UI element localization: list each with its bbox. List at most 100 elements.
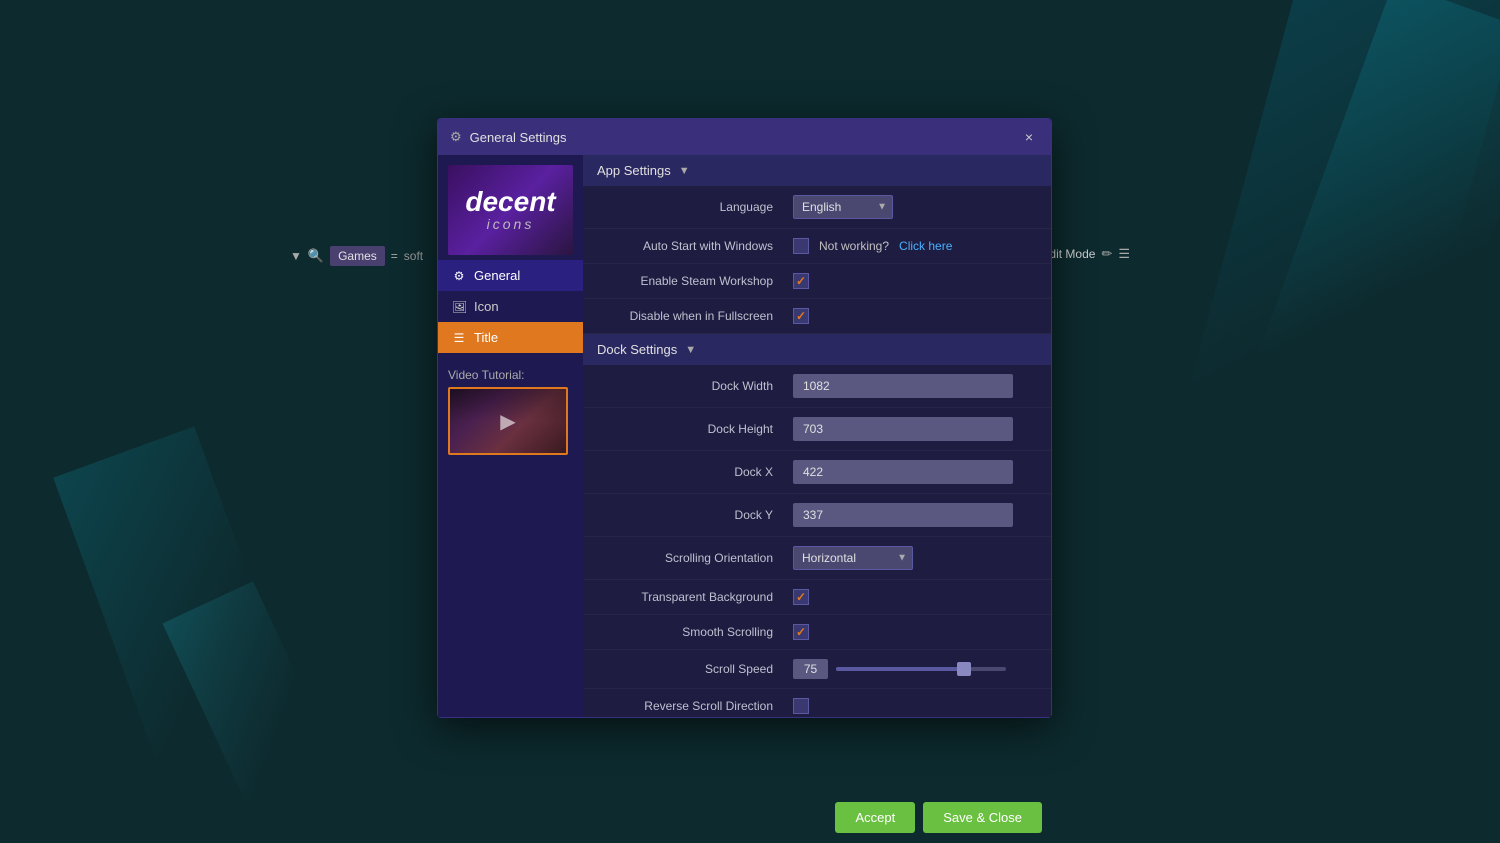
dialog-titlebar: ⚙ General Settings × bbox=[438, 119, 1051, 155]
reverse-scroll-checkbox[interactable] bbox=[793, 698, 809, 714]
logo-sub-text: icons bbox=[487, 216, 535, 232]
title-item-icon: ☰ bbox=[452, 331, 466, 345]
icon-item-icon: 🖼 bbox=[452, 300, 466, 314]
disable-fullscreen-checkbox[interactable] bbox=[793, 308, 809, 324]
auto-start-row: Auto Start with Windows Not working? Cli… bbox=[583, 229, 1051, 264]
general-settings-dialog: ⚙ General Settings × decent icons ⚙ Gene… bbox=[437, 118, 1052, 718]
slider-thumb[interactable] bbox=[957, 662, 971, 676]
dock-settings-chevron: ▼ bbox=[685, 344, 696, 356]
close-button[interactable]: × bbox=[1019, 127, 1039, 147]
sidebar-item-general[interactable]: ⚙ General bbox=[438, 260, 583, 291]
dialog-footer: Accept Save & Close bbox=[437, 792, 1052, 843]
disable-fullscreen-row: Disable when in Fullscreen bbox=[583, 299, 1051, 334]
video-section: Video Tutorial: ▶ bbox=[438, 353, 583, 455]
bg-stripe-2 bbox=[1257, 0, 1500, 419]
scrolling-orientation-control: Horizontal Vertical ▼ bbox=[793, 546, 1037, 570]
dock-width-control bbox=[793, 374, 1037, 398]
smooth-scrolling-control bbox=[793, 624, 1037, 640]
topbar-settings-icon[interactable]: ☰ bbox=[1118, 246, 1130, 262]
dock-x-input[interactable] bbox=[793, 460, 1013, 484]
dialog-title: General Settings bbox=[470, 130, 567, 145]
edit-icon[interactable]: ✏ bbox=[1101, 246, 1112, 262]
scrolling-select-wrap: Horizontal Vertical ▼ bbox=[793, 546, 913, 570]
sidebar-title-label: Title bbox=[474, 330, 498, 345]
scroll-speed-slider-container: 75 bbox=[793, 659, 1006, 679]
not-working-text: Not working? bbox=[819, 239, 889, 253]
video-label: Video Tutorial: bbox=[448, 368, 573, 382]
general-icon: ⚙ bbox=[452, 269, 466, 283]
transparent-bg-row: Transparent Background bbox=[583, 580, 1051, 615]
steam-workshop-checkbox[interactable] bbox=[793, 273, 809, 289]
video-thumbnail[interactable]: ▶ bbox=[448, 387, 568, 455]
disable-fullscreen-control bbox=[793, 308, 1037, 324]
dock-x-control bbox=[793, 460, 1037, 484]
games-badge[interactable]: Games bbox=[330, 246, 385, 266]
smooth-scrolling-checkbox[interactable] bbox=[793, 624, 809, 640]
scrolling-orientation-label: Scrolling Orientation bbox=[603, 551, 793, 565]
dock-y-input[interactable] bbox=[793, 503, 1013, 527]
scroll-speed-control: 75 bbox=[793, 659, 1037, 679]
scroll-speed-label: Scroll Speed bbox=[603, 662, 793, 676]
settings-panel: App Settings ▼ Language English Spanish … bbox=[583, 155, 1051, 717]
auto-start-label: Auto Start with Windows bbox=[603, 239, 793, 253]
app-settings-chevron: ▼ bbox=[679, 165, 690, 177]
reverse-scroll-row: Reverse Scroll Direction bbox=[583, 689, 1051, 717]
sidebar-item-icon[interactable]: 🖼 Icon bbox=[438, 291, 583, 322]
dock-y-label: Dock Y bbox=[603, 508, 793, 522]
language-select[interactable]: English Spanish French German bbox=[793, 195, 893, 219]
disable-fullscreen-label: Disable when in Fullscreen bbox=[603, 309, 793, 323]
slider-fill bbox=[836, 667, 964, 671]
transparent-bg-label: Transparent Background bbox=[603, 590, 793, 604]
smooth-scrolling-row: Smooth Scrolling bbox=[583, 615, 1051, 650]
language-control: English Spanish French German ▼ bbox=[793, 195, 1037, 219]
soft-text: soft bbox=[404, 249, 423, 263]
edit-mode-bar: Edit Mode ✏ ☰ bbox=[1041, 246, 1130, 262]
logo-main-text: decent bbox=[465, 188, 555, 216]
search-icon[interactable]: 🔍 bbox=[308, 248, 324, 264]
dock-height-input[interactable] bbox=[793, 417, 1013, 441]
save-close-button[interactable]: Save & Close bbox=[923, 802, 1042, 833]
dock-width-label: Dock Width bbox=[603, 379, 793, 393]
steam-workshop-row: Enable Steam Workshop bbox=[583, 264, 1051, 299]
bg-stripe-1 bbox=[1156, 0, 1500, 568]
scroll-speed-track[interactable] bbox=[836, 667, 1006, 671]
dialog-content: decent icons ⚙ General 🖼 Icon ☰ Title V bbox=[438, 155, 1051, 717]
sidebar-item-title[interactable]: ☰ Title bbox=[438, 322, 583, 353]
auto-start-checkbox[interactable] bbox=[793, 238, 809, 254]
click-here-link[interactable]: Click here bbox=[899, 239, 952, 253]
dock-settings-header[interactable]: Dock Settings ▼ bbox=[583, 334, 1051, 365]
transparent-bg-checkbox[interactable] bbox=[793, 589, 809, 605]
scrolling-orientation-row: Scrolling Orientation Horizontal Vertica… bbox=[583, 537, 1051, 580]
reverse-scroll-label: Reverse Scroll Direction bbox=[603, 699, 793, 713]
scrolling-orientation-select[interactable]: Horizontal Vertical bbox=[793, 546, 913, 570]
accept-button[interactable]: Accept bbox=[835, 802, 915, 833]
dock-settings-label: Dock Settings bbox=[597, 342, 677, 357]
steam-workshop-control bbox=[793, 273, 1037, 289]
dock-x-row: Dock X bbox=[583, 451, 1051, 494]
play-icon: ▶ bbox=[500, 409, 515, 434]
app-logo: decent icons bbox=[448, 165, 573, 255]
settings-sidebar: decent icons ⚙ General 🖼 Icon ☰ Title V bbox=[438, 155, 583, 717]
bg-stripe-4 bbox=[162, 581, 337, 805]
dock-y-control bbox=[793, 503, 1037, 527]
dock-height-control bbox=[793, 417, 1037, 441]
language-label: Language bbox=[603, 200, 793, 214]
dock-x-label: Dock X bbox=[603, 465, 793, 479]
dock-height-row: Dock Height bbox=[583, 408, 1051, 451]
app-settings-header[interactable]: App Settings ▼ bbox=[583, 155, 1051, 186]
equals-label: = bbox=[391, 249, 398, 263]
app-settings-label: App Settings bbox=[597, 163, 671, 178]
auto-start-control: Not working? Click here bbox=[793, 238, 1037, 254]
sidebar-nav: ⚙ General 🖼 Icon ☰ Title bbox=[438, 260, 583, 353]
bg-stripe-3 bbox=[53, 426, 297, 759]
dock-y-row: Dock Y bbox=[583, 494, 1051, 537]
sidebar-general-label: General bbox=[474, 268, 520, 283]
smooth-scrolling-label: Smooth Scrolling bbox=[603, 625, 793, 639]
gear-icon: ⚙ bbox=[450, 129, 462, 145]
dock-width-input[interactable] bbox=[793, 374, 1013, 398]
steam-workshop-label: Enable Steam Workshop bbox=[603, 274, 793, 288]
language-select-wrap: English Spanish French German ▼ bbox=[793, 195, 893, 219]
video-thumb-inner: ▶ bbox=[450, 389, 566, 453]
dropdown-arrow-icon[interactable]: ▼ bbox=[290, 249, 302, 263]
dialog-title-area: ⚙ General Settings bbox=[450, 129, 567, 145]
